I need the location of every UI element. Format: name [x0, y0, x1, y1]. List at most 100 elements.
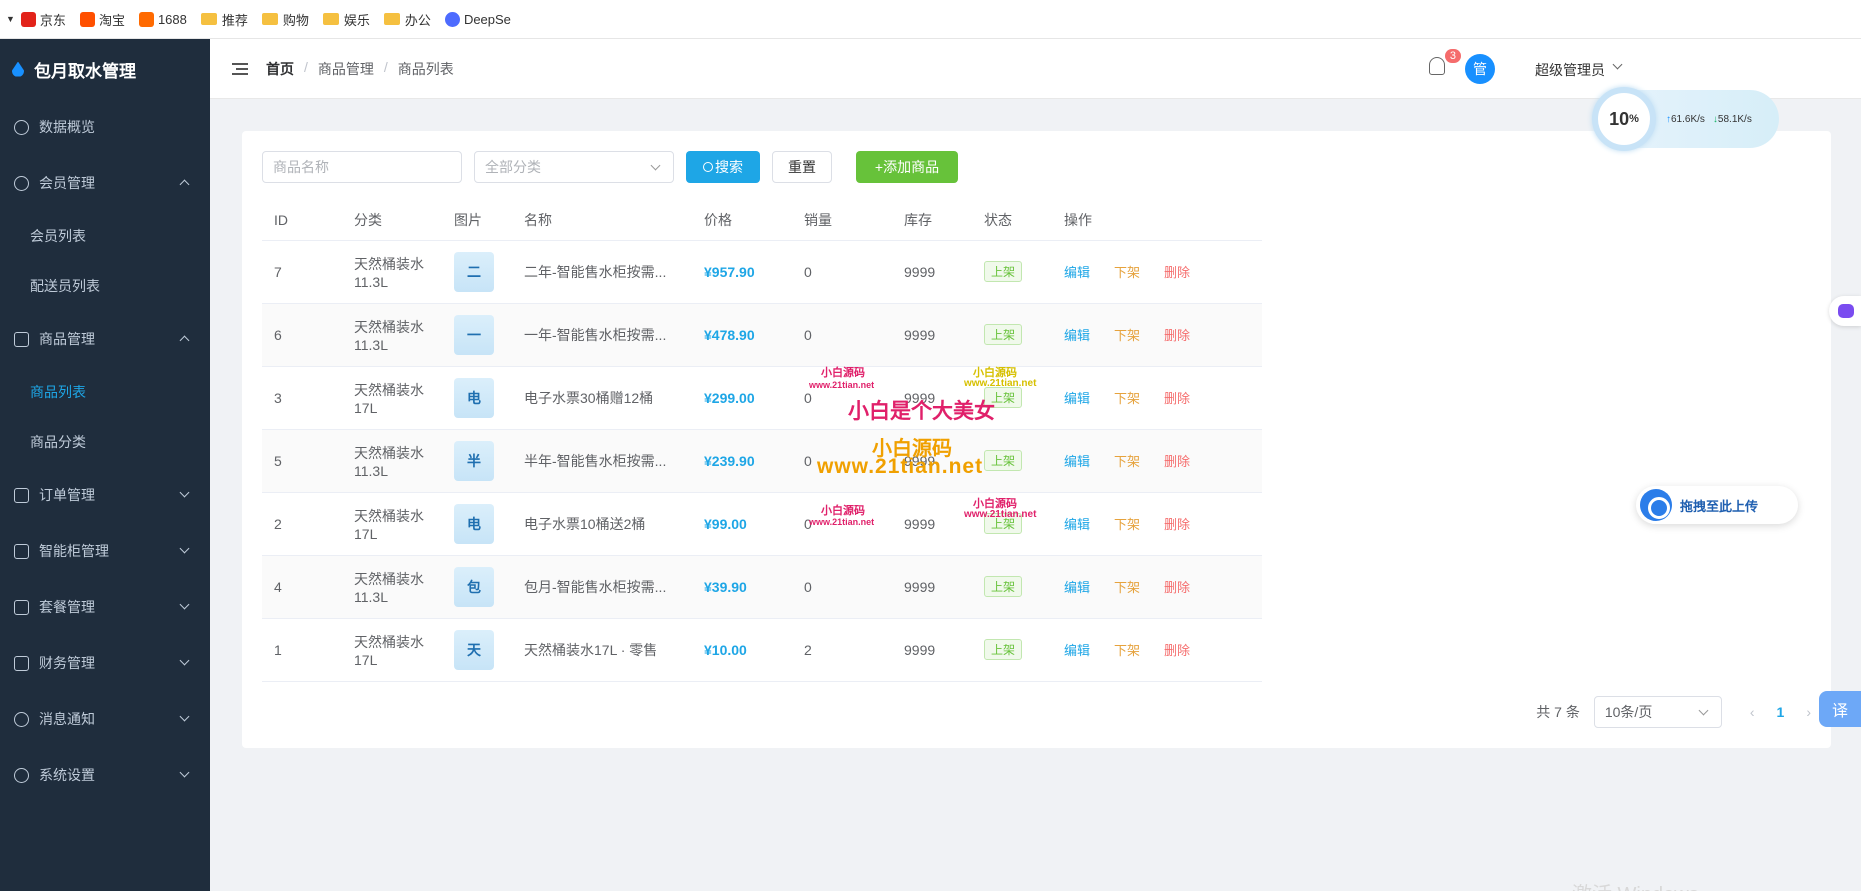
clipboard-icon — [14, 487, 29, 503]
bookmark-folder-recommend[interactable]: 推荐 — [200, 10, 248, 29]
bookmarks-dropdown-icon[interactable]: ▼ — [6, 14, 15, 24]
take-down-link[interactable]: 下架 — [1114, 517, 1140, 532]
sidebar-item-package[interactable]: 套餐管理 — [0, 579, 210, 635]
delete-link[interactable]: 删除 — [1164, 454, 1190, 469]
cell-image: 包 — [442, 555, 512, 619]
cell-id: 7 — [262, 240, 342, 304]
notification-bell-icon[interactable] — [1429, 57, 1445, 75]
bookmark-folder-shopping[interactable]: 购物 — [261, 10, 309, 29]
cell-image: 一 — [442, 303, 512, 367]
edit-link[interactable]: 编辑 — [1064, 454, 1090, 469]
delete-link[interactable]: 删除 — [1164, 265, 1190, 280]
status-badge: 上架 — [984, 324, 1023, 345]
delete-link[interactable]: 删除 — [1164, 328, 1190, 343]
pagination-total: 共 7 条 — [1536, 704, 1580, 720]
translate-button[interactable]: 译 — [1819, 691, 1861, 727]
sidebar-item-finance[interactable]: 财务管理 — [0, 635, 210, 691]
sidebar-item-settings[interactable]: 系统设置 — [0, 747, 210, 803]
col-image: 图片 — [442, 200, 512, 241]
bookmark-taobao[interactable]: 淘宝 — [79, 10, 125, 29]
bookmark-1688[interactable]: 1688 — [138, 11, 187, 27]
drag-upload-button[interactable]: 拖拽至此上传 — [1636, 486, 1798, 524]
cell-status: 上架 — [972, 555, 1052, 619]
take-down-link[interactable]: 下架 — [1114, 454, 1140, 469]
table-header-row: ID 分类 图片 名称 价格 销量 库存 状态 操作 — [262, 200, 1262, 241]
cell-price: ¥10.00 — [692, 618, 792, 682]
edit-link[interactable]: 编辑 — [1064, 391, 1090, 406]
sidebar-item-cabinet[interactable]: 智能柜管理 — [0, 523, 210, 579]
cell-image: 天 — [442, 618, 512, 682]
col-status: 状态 — [972, 200, 1052, 241]
sidebar-item-courier-list[interactable]: 配送员列表 — [0, 261, 210, 311]
edit-link[interactable]: 编辑 — [1064, 265, 1090, 280]
sidebar-item-member[interactable]: 会员管理 — [0, 155, 210, 211]
cell-image: 电 — [442, 492, 512, 556]
status-badge: 上架 — [984, 639, 1023, 660]
delete-link[interactable]: 删除 — [1164, 517, 1190, 532]
goods-name-input[interactable]: 商品名称 — [262, 151, 462, 183]
search-button[interactable]: 搜索 — [686, 151, 760, 183]
take-down-link[interactable]: 下架 — [1114, 643, 1140, 658]
delete-link[interactable]: 删除 — [1164, 580, 1190, 595]
col-actions: 操作 — [1052, 200, 1262, 241]
edit-link[interactable]: 编辑 — [1064, 580, 1090, 595]
brand-title: 包月取水管理 — [34, 61, 136, 81]
take-down-link[interactable]: 下架 — [1114, 328, 1140, 343]
product-thumbnail: 一 — [454, 314, 494, 355]
chevron-down-icon — [179, 767, 190, 778]
next-page-icon[interactable]: › — [1806, 704, 1811, 720]
prev-page-icon[interactable]: ‹ — [1750, 704, 1755, 720]
breadcrumb-home[interactable]: 首页 — [266, 59, 294, 79]
cell-category: 天然桶装水 17L — [342, 618, 442, 682]
sidebar-item-goods-list[interactable]: 商品列表 — [0, 367, 210, 417]
category-select[interactable]: 全部分类 — [474, 151, 674, 183]
sidebar-item-orders[interactable]: 订单管理 — [0, 467, 210, 523]
cell-name: 一年-智能售水柜按需... — [512, 303, 692, 367]
cell-id: 3 — [262, 366, 342, 430]
chevron-up-icon — [179, 179, 190, 190]
chevron-down-icon — [179, 599, 190, 610]
sidebar-item-goods-category[interactable]: 商品分类 — [0, 417, 210, 467]
cell-id: 5 — [262, 429, 342, 493]
box-icon — [14, 543, 29, 559]
delete-link[interactable]: 删除 — [1164, 391, 1190, 406]
edit-link[interactable]: 编辑 — [1064, 328, 1090, 343]
page-size-select[interactable]: 10条/页 — [1593, 696, 1722, 728]
bookmark-folder-entertainment[interactable]: 娱乐 — [322, 10, 370, 29]
cell-price: ¥957.90 — [692, 240, 792, 304]
user-name[interactable]: 超级管理员 — [1535, 60, 1605, 80]
avatar[interactable]: 管 — [1465, 54, 1495, 84]
cell-actions: 编辑 下架 删除 — [1052, 240, 1262, 304]
sidebar-item-member-list[interactable]: 会员列表 — [0, 211, 210, 261]
take-down-link[interactable]: 下架 — [1114, 391, 1140, 406]
cell-price: ¥478.90 — [692, 303, 792, 367]
breadcrumb-goods: 商品管理 — [317, 60, 374, 77]
cell-status: 上架 — [972, 618, 1052, 682]
cell-price: ¥99.00 — [692, 492, 792, 556]
bookmark-deepseek[interactable]: DeepSe — [444, 11, 511, 27]
sidebar-item-goods[interactable]: 商品管理 — [0, 311, 210, 367]
status-badge: 上架 — [984, 261, 1023, 282]
delete-link[interactable]: 删除 — [1164, 643, 1190, 658]
reset-button[interactable]: 重置 — [772, 151, 832, 183]
sidebar-item-dashboard[interactable]: 数据概览 — [0, 99, 210, 155]
edit-link[interactable]: 编辑 — [1064, 643, 1090, 658]
add-goods-button[interactable]: +添加商品 — [856, 151, 958, 183]
cell-price: ¥299.00 — [692, 366, 792, 430]
chevron-down-icon — [179, 543, 190, 554]
take-down-link[interactable]: 下架 — [1114, 265, 1140, 280]
chevron-down-icon[interactable] — [1612, 59, 1623, 70]
watermark-small: 小白源码 — [821, 505, 865, 517]
edit-link[interactable]: 编辑 — [1064, 517, 1090, 532]
network-speed-widget[interactable]: 10% ↑61.6K/s ↓58.1K/s — [1592, 87, 1779, 151]
bookmark-folder-office[interactable]: 办公 — [383, 10, 431, 29]
cell-price: ¥239.90 — [692, 429, 792, 493]
cell-actions: 编辑 下架 删除 — [1052, 492, 1262, 556]
sidebar-item-notify[interactable]: 消息通知 — [0, 691, 210, 747]
take-down-link[interactable]: 下架 — [1114, 580, 1140, 595]
bookmark-jd[interactable]: 京东 — [20, 10, 66, 29]
assistant-float-icon[interactable] — [1829, 296, 1861, 326]
page-number[interactable]: 1 — [1777, 704, 1785, 720]
menu-toggle-icon[interactable] — [232, 62, 248, 75]
watermark-url: www.21tian.net — [809, 517, 875, 527]
